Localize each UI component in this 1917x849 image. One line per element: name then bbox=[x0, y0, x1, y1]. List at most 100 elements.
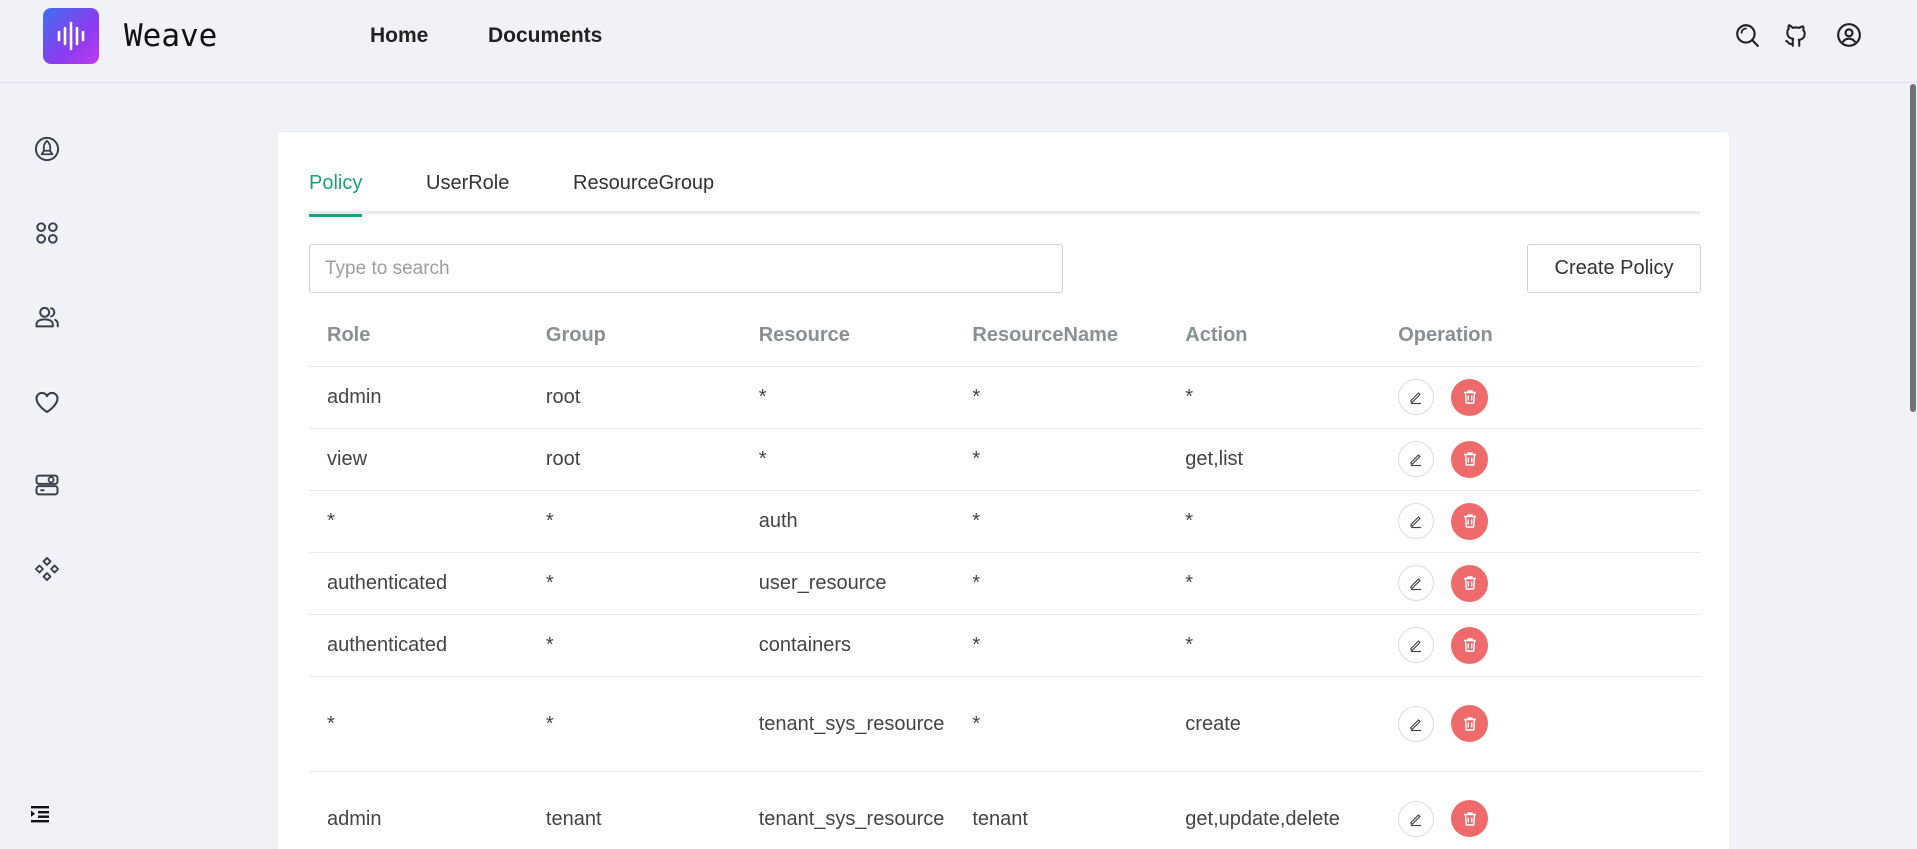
cell-action: create bbox=[1167, 676, 1381, 772]
column-header-action: Action bbox=[1167, 305, 1381, 367]
table-row: authenticated * user_resource * * bbox=[309, 552, 1700, 615]
edit-button[interactable] bbox=[1398, 705, 1435, 742]
cell-operation bbox=[1380, 552, 1700, 615]
edit-icon bbox=[1410, 516, 1422, 529]
user-icon[interactable] bbox=[1836, 22, 1862, 48]
cell-action: * bbox=[1167, 490, 1381, 553]
components-icon[interactable] bbox=[33, 555, 61, 583]
table-row: admin tenant tenant_sys_resource tenant get,… bbox=[309, 771, 1700, 849]
trash-icon bbox=[1463, 452, 1476, 466]
cell-role: view bbox=[309, 428, 528, 491]
cell-group: * bbox=[527, 490, 741, 553]
delete-button[interactable] bbox=[1451, 626, 1489, 664]
delete-button[interactable] bbox=[1451, 564, 1489, 602]
operation-buttons bbox=[1398, 800, 1700, 837]
server-settings-icon[interactable] bbox=[33, 471, 61, 499]
soundwave-icon bbox=[57, 21, 85, 51]
heart-icon[interactable] bbox=[33, 388, 61, 416]
github-icon[interactable] bbox=[1783, 22, 1809, 48]
cell-resourcename: * bbox=[954, 428, 1168, 491]
table-row: authenticated * containers * * bbox=[309, 614, 1700, 677]
cell-group: root bbox=[527, 428, 741, 491]
cell-resourcename: tenant bbox=[954, 771, 1168, 849]
column-header-group: Group bbox=[527, 305, 741, 367]
cell-resourcename: * bbox=[954, 676, 1168, 772]
table-row: * * auth * * bbox=[309, 490, 1700, 553]
cell-role: admin bbox=[309, 771, 528, 849]
cell-role: authenticated bbox=[309, 614, 528, 677]
cell-resource: auth bbox=[740, 490, 955, 553]
top-header: Weave Home Documents bbox=[0, 0, 1917, 83]
tab-policy[interactable]: Policy bbox=[309, 172, 363, 217]
delete-button[interactable] bbox=[1451, 800, 1489, 837]
edit-icon bbox=[1410, 640, 1422, 653]
cell-action: * bbox=[1167, 552, 1381, 615]
cell-operation bbox=[1380, 614, 1700, 677]
tab-userrole[interactable]: UserRole bbox=[426, 172, 509, 214]
trash-icon bbox=[1463, 576, 1476, 590]
delete-button[interactable] bbox=[1451, 502, 1489, 540]
operation-buttons bbox=[1398, 705, 1700, 742]
cell-resourcename: * bbox=[954, 552, 1168, 615]
rocket-icon[interactable] bbox=[33, 135, 61, 163]
operation-buttons bbox=[1398, 564, 1700, 602]
column-header-resourcename: ResourceName bbox=[954, 305, 1168, 367]
delete-button[interactable] bbox=[1451, 705, 1489, 742]
column-header-resource: Resource bbox=[740, 305, 955, 367]
policy-card: Policy UserRole ResourceGroup Create Pol… bbox=[277, 131, 1730, 849]
column-header-operation: Operation bbox=[1380, 305, 1700, 367]
nav-documents[interactable]: Documents bbox=[488, 24, 602, 48]
scrollbar-thumb[interactable] bbox=[1910, 84, 1916, 412]
edit-icon bbox=[1410, 392, 1422, 405]
table-row: * * tenant_sys_resource * create bbox=[309, 676, 1700, 772]
table-row: admin root * * * bbox=[309, 366, 1700, 429]
edit-icon bbox=[1410, 578, 1422, 591]
delete-button[interactable] bbox=[1451, 440, 1489, 478]
cell-operation bbox=[1380, 366, 1700, 429]
edit-button[interactable] bbox=[1398, 627, 1435, 663]
weave-logo[interactable] bbox=[43, 8, 99, 64]
trash-icon bbox=[1463, 716, 1476, 731]
trash-icon bbox=[1463, 638, 1476, 652]
cell-operation bbox=[1380, 490, 1700, 553]
tab-resourcegroup[interactable]: ResourceGroup bbox=[573, 172, 714, 214]
cell-action: * bbox=[1167, 614, 1381, 677]
tab-bar: Policy UserRole ResourceGroup bbox=[309, 172, 1700, 217]
cell-resourcename: * bbox=[954, 614, 1168, 677]
cell-resource: tenant_sys_resource bbox=[740, 676, 955, 772]
edit-button[interactable] bbox=[1398, 441, 1435, 477]
trash-icon bbox=[1463, 811, 1476, 826]
create-policy-button[interactable]: Create Policy bbox=[1527, 244, 1701, 293]
operation-buttons bbox=[1398, 626, 1700, 664]
cell-group: * bbox=[527, 676, 741, 772]
column-header-role: Role bbox=[309, 305, 528, 367]
cell-resource: containers bbox=[740, 614, 955, 677]
edit-button[interactable] bbox=[1398, 800, 1435, 837]
cell-resource: user_resource bbox=[740, 552, 955, 615]
cell-resource: tenant_sys_resource bbox=[740, 771, 955, 849]
delete-button[interactable] bbox=[1451, 378, 1489, 416]
collapse-menu-icon[interactable] bbox=[30, 804, 50, 824]
trash-icon bbox=[1463, 390, 1476, 404]
search-input[interactable] bbox=[309, 244, 1063, 293]
table-header-row: Role Group Resource ResourceName Action … bbox=[309, 305, 1700, 367]
apps-icon[interactable] bbox=[33, 219, 61, 247]
cell-role: * bbox=[309, 676, 528, 772]
policy-table: Role Group Resource ResourceName Action … bbox=[309, 305, 1700, 849]
search-icon[interactable] bbox=[1734, 22, 1760, 48]
edit-button[interactable] bbox=[1398, 503, 1435, 539]
cell-group: * bbox=[527, 614, 741, 677]
users-icon[interactable] bbox=[33, 303, 61, 331]
edit-button[interactable] bbox=[1398, 565, 1435, 601]
cell-action: get,list bbox=[1167, 428, 1381, 491]
cell-action: * bbox=[1167, 366, 1381, 429]
nav-home[interactable]: Home bbox=[370, 24, 428, 48]
cell-operation bbox=[1380, 771, 1700, 849]
cell-operation bbox=[1380, 676, 1700, 772]
edit-button[interactable] bbox=[1398, 379, 1435, 415]
cell-group: root bbox=[527, 366, 741, 429]
cell-resource: * bbox=[740, 366, 955, 429]
cell-action: get,update,delete bbox=[1167, 771, 1381, 849]
cell-role: admin bbox=[309, 366, 528, 429]
cell-resourcename: * bbox=[954, 366, 1168, 429]
